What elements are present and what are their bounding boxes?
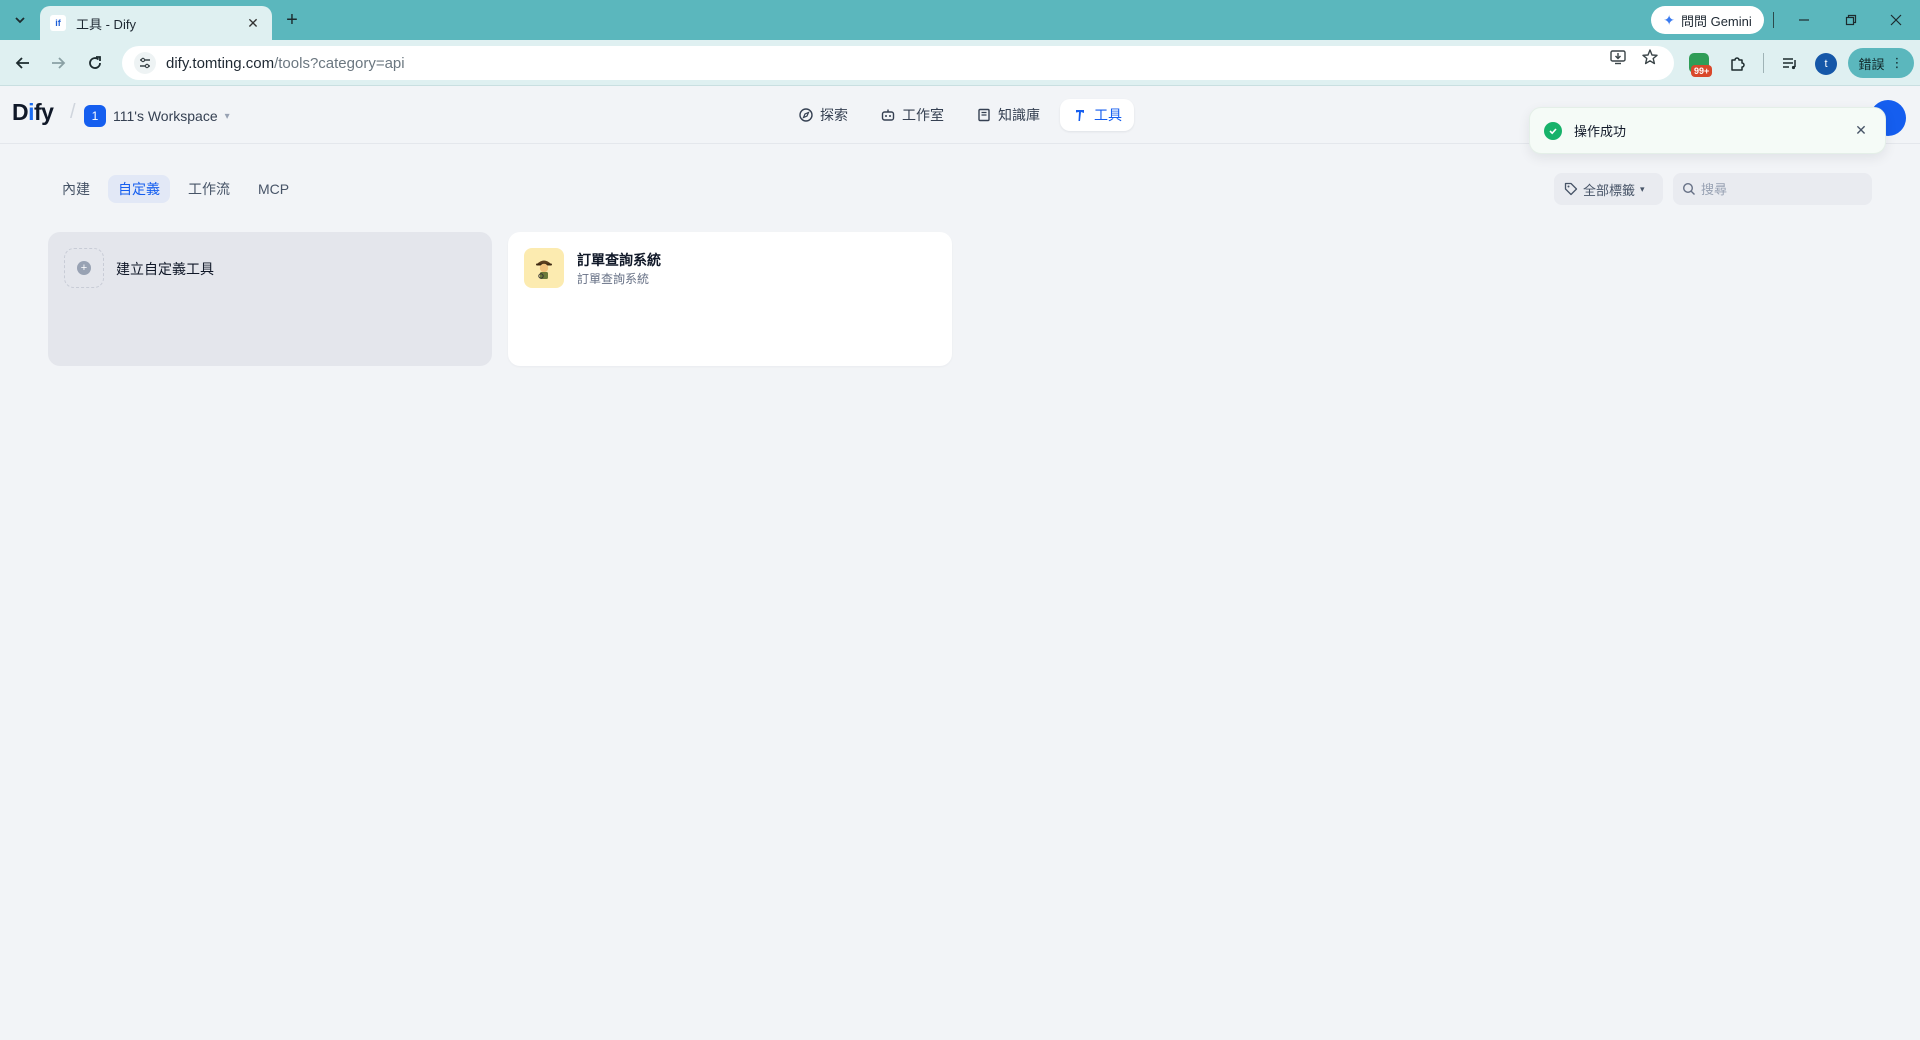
gemini-sparkle-icon: ✦ — [1663, 11, 1675, 28]
new-tab-plus-icon[interactable]: + — [280, 8, 304, 32]
media-queue-icon[interactable] — [1778, 51, 1802, 75]
tab-custom[interactable]: 自定義 — [108, 175, 170, 203]
tabstrip-divider — [1773, 12, 1774, 28]
forward-arrow-icon[interactable] — [46, 51, 70, 75]
search-icon — [1682, 182, 1695, 195]
check-circle-icon — [1544, 121, 1562, 140]
nav-studio[interactable]: 工作室 — [868, 99, 956, 131]
tab-list-chevron-icon[interactable] — [8, 8, 32, 32]
create-custom-tool-card[interactable]: + 建立自定義工具 — [48, 232, 492, 366]
minimize-window-icon[interactable] — [1790, 8, 1818, 32]
tag-icon — [1564, 182, 1578, 196]
tool-category-tabs: 內建 自定義 工作流 MCP — [52, 175, 299, 203]
search-input[interactable] — [1701, 181, 1861, 197]
tab-close-icon[interactable]: ✕ — [244, 14, 262, 32]
browser-tab-active[interactable]: if 工具 - Dify ✕ — [40, 6, 272, 40]
detective-emoji-icon — [524, 248, 564, 288]
address-bar[interactable]: dify.tomting.com/tools?category=api — [122, 46, 1674, 80]
nav-knowledge[interactable]: 知識庫 — [964, 99, 1052, 131]
chevron-down-icon: ▾ — [1640, 183, 1645, 194]
nav-explore[interactable]: 探索 — [786, 99, 860, 131]
hammer-icon — [1076, 110, 1084, 121]
url-path: /tools?category=api — [274, 54, 405, 72]
browser-menu-button[interactable]: 錯誤 ⋮ — [1848, 48, 1914, 78]
kebab-menu-icon: ⋮ — [1890, 55, 1904, 70]
tab-mcp[interactable]: MCP — [248, 175, 299, 203]
ask-gemini-label: 問問 Gemini — [1680, 13, 1752, 29]
main-nav: 探索 工作室 知識庫 工具 — [786, 99, 1134, 131]
workspace-switcher[interactable]: 1 111's Workspace ▾ — [84, 104, 230, 128]
extension-robot-icon[interactable]: 99+ — [1681, 51, 1717, 79]
toast-message: 操作成功 — [1574, 124, 1627, 139]
browser-tab-title: 工具 - Dify — [76, 16, 136, 32]
chevron-down-icon: ▾ — [224, 110, 230, 122]
tool-name: 訂單查詢系統 — [577, 252, 661, 268]
nav-tools-label: 工具 — [1094, 107, 1122, 123]
reload-icon[interactable] — [83, 51, 107, 75]
add-tool-box: + — [64, 248, 104, 288]
book-icon — [978, 108, 990, 122]
nav-tools[interactable]: 工具 — [1060, 99, 1134, 131]
search-box — [1673, 173, 1872, 205]
nav-explore-label: 探索 — [820, 107, 848, 123]
nav-studio-label: 工作室 — [902, 107, 944, 123]
extension-badge-count: 99+ — [1691, 65, 1713, 77]
install-app-icon[interactable] — [1608, 47, 1628, 67]
profile-avatar[interactable]: t — [1815, 53, 1837, 75]
toast-close-icon[interactable]: ✕ — [1851, 121, 1871, 141]
bookmark-star-icon[interactable] — [1640, 47, 1660, 67]
back-arrow-icon[interactable] — [11, 51, 35, 75]
toolbar-divider — [1763, 53, 1764, 73]
browser-toolbar: dify.tomting.com/tools?category=api — [0, 40, 1920, 86]
tab-workflow[interactable]: 工作流 — [178, 175, 240, 203]
tool-description: 訂單查詢系統 — [577, 272, 650, 286]
workspace-name: 111's Workspace — [113, 108, 218, 124]
header-slash-divider: / — [70, 101, 76, 123]
compass-icon — [799, 108, 813, 122]
tool-card[interactable]: 訂單查詢系統 訂單查詢系統 — [508, 232, 952, 366]
browser-menu-label: 錯誤 — [1858, 56, 1885, 72]
success-toast: 操作成功 ✕ — [1529, 107, 1886, 154]
create-custom-tool-label: 建立自定義工具 — [116, 261, 214, 277]
extensions-puzzle-icon[interactable] — [1726, 51, 1750, 75]
url-host: dify.tomting.com — [166, 54, 275, 72]
tag-filter-dropdown[interactable]: 全部標籤 ▾ — [1554, 173, 1663, 205]
browser-tabstrip: if 工具 - Dify ✕ + ✦ 問問 Gemini — [0, 0, 1920, 40]
close-window-icon[interactable] — [1882, 8, 1910, 32]
plus-circle-icon: + — [77, 261, 91, 275]
site-info-tune-icon[interactable] — [134, 52, 156, 74]
ask-gemini-button[interactable]: ✦ 問問 Gemini — [1651, 6, 1764, 34]
restore-window-icon[interactable] — [1837, 8, 1865, 32]
dify-favicon-icon: if — [50, 15, 66, 31]
nav-knowledge-label: 知識庫 — [998, 107, 1040, 123]
tab-builtin[interactable]: 內建 — [52, 175, 100, 203]
workspace-avatar: 1 — [84, 105, 106, 127]
dify-logo[interactable]: Dify — [12, 99, 54, 126]
tag-filter-label: 全部標籤 — [1583, 182, 1636, 198]
robot-icon — [881, 109, 895, 121]
